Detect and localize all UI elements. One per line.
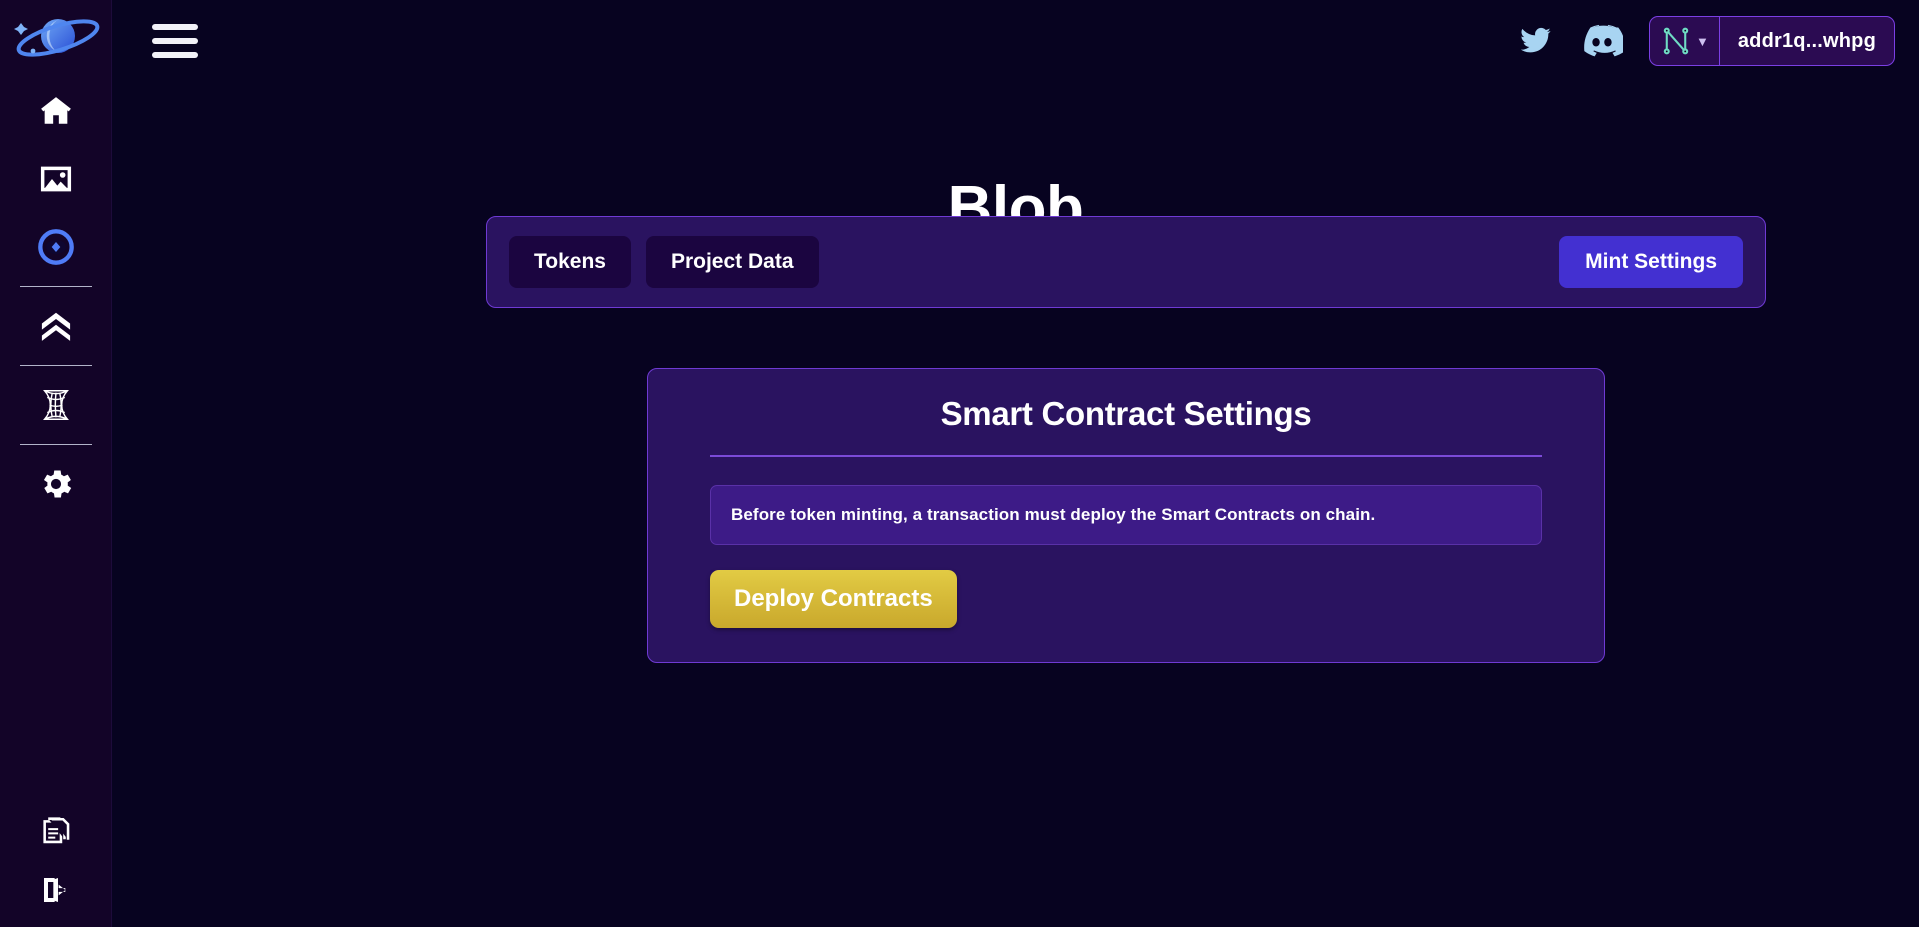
double-chevron-up-icon <box>41 312 70 341</box>
wallet-provider[interactable]: ▼ <box>1650 17 1720 65</box>
tab-tokens[interactable]: Tokens <box>509 236 631 288</box>
sidebar-divider-3 <box>19 444 92 445</box>
nami-wallet-icon <box>1663 27 1689 55</box>
sidebar-item-home[interactable] <box>29 84 83 138</box>
topbar: ▼ addr1q...whpg <box>112 0 1919 82</box>
wallet-address: addr1q...whpg <box>1737 29 1876 52</box>
sidebar <box>0 0 112 927</box>
sidebar-item-logout[interactable] <box>29 863 83 917</box>
page-header: Blob <box>112 82 1919 266</box>
main-area: ▼ addr1q...whpg Blob Tokens Project Data… <box>112 0 1919 927</box>
home-icon <box>40 97 71 124</box>
sidebar-bottom-group <box>29 805 83 917</box>
twitter-link[interactable] <box>1515 24 1555 58</box>
planet-saturn-icon <box>13 19 99 57</box>
sidebar-item-rank[interactable] <box>29 299 83 353</box>
topbar-actions: ▼ addr1q...whpg <box>1515 16 1895 66</box>
card-divider <box>710 455 1542 457</box>
hamburger-bar <box>152 52 198 58</box>
sidebar-item-mint[interactable] <box>29 220 83 274</box>
wormhole-icon <box>42 390 69 420</box>
hamburger-bar <box>152 24 198 30</box>
hamburger-icon[interactable] <box>152 24 198 58</box>
info-message: Before token minting, a transaction must… <box>710 484 1542 545</box>
twitter-icon <box>1520 27 1551 53</box>
sidebar-item-gallery[interactable] <box>29 152 83 206</box>
documents-icon <box>42 817 69 844</box>
image-icon <box>40 166 71 192</box>
tab-project-data[interactable]: Project Data <box>645 236 819 288</box>
wallet-button[interactable]: ▼ addr1q...whpg <box>1648 16 1895 66</box>
sidebar-item-settings[interactable] <box>29 457 83 511</box>
discord-icon <box>1584 24 1623 57</box>
app-root: ▼ addr1q...whpg Blob Tokens Project Data… <box>0 0 1919 927</box>
sidebar-item-docs[interactable] <box>29 805 83 859</box>
card-title: Smart Contract Settings <box>940 395 1312 432</box>
logout-icon <box>43 878 65 902</box>
sidebar-divider-2 <box>19 365 92 366</box>
discord-link[interactable] <box>1581 24 1623 58</box>
gear-icon <box>43 470 71 498</box>
sidebar-item-wormhole[interactable] <box>29 378 83 432</box>
gem-circle-icon <box>37 229 74 265</box>
deploy-contracts-button[interactable]: Deploy Contracts <box>710 569 957 628</box>
tab-bar: Tokens Project Data Mint Settings <box>486 216 1766 308</box>
brand-logo[interactable] <box>6 8 106 70</box>
sidebar-divider-1 <box>19 286 92 287</box>
smart-contract-settings-card: Smart Contract Settings Before token min… <box>647 368 1605 663</box>
mint-settings-button[interactable]: Mint Settings <box>1559 236 1743 288</box>
hamburger-bar <box>152 38 198 44</box>
chevron-down-icon: ▼ <box>1695 33 1709 49</box>
